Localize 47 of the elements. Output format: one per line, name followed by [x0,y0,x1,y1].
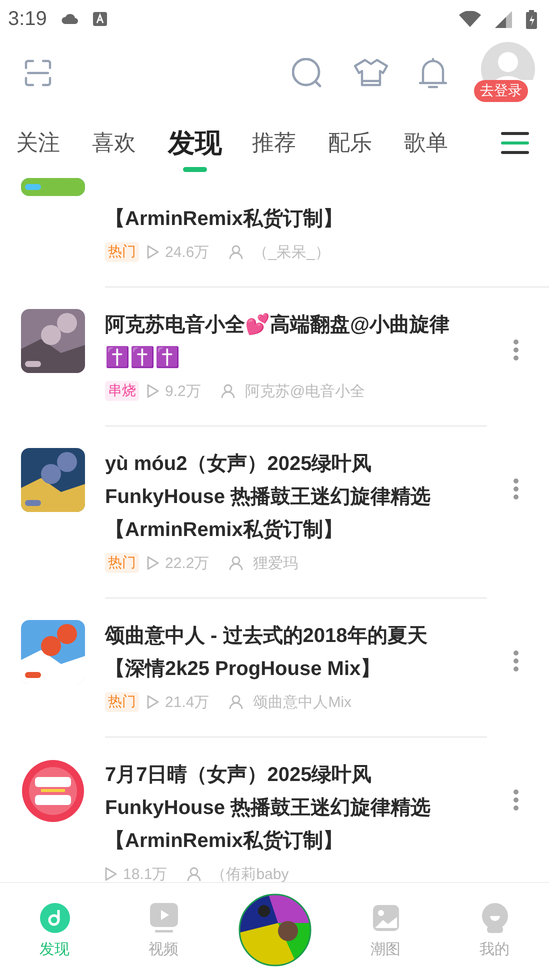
category-tab[interactable]: 推荐 [252,114,296,172]
bell-icon[interactable] [418,57,448,89]
status-time: 3:19 [8,8,47,30]
keyboard-icon [92,12,107,26]
user-icon [229,695,244,709]
play-count: 24.6万 [165,242,210,262]
user-icon [229,556,244,570]
track-title[interactable]: yù móu2（女声）2025绿叶风 FunkyHouse 热播鼓王迷幻旋律精选【ArminRemix私货订制】 [105,448,465,547]
search-icon[interactable] [292,58,324,88]
scan-icon[interactable] [24,59,52,87]
more-icon[interactable] [513,478,519,500]
play-count: 21.4万 [165,692,210,712]
track-tag: 串烧 [105,381,139,401]
play-icon [105,867,117,881]
track-title[interactable]: 阿克苏电音小全💕高端翻盘@小曲旋律✝✝✝ [105,309,465,375]
track-tag: 热门 [105,692,139,712]
wifi-icon [459,11,481,27]
category-tab[interactable]: 喜欢 [92,114,136,172]
signal-icon [495,10,512,28]
category-tab[interactable]: 发现 [168,114,222,172]
play-count: 22.2万 [165,554,210,572]
more-icon[interactable] [513,789,519,811]
track-tag: 热门 [105,242,139,262]
shirt-icon[interactable] [354,58,388,88]
play-count: 18.1万 [123,864,168,882]
category-tab[interactable]: 关注 [16,114,60,172]
cloud-icon [60,12,79,26]
track-title[interactable]: 7月7日晴（女声）2025绿叶风 FunkyHouse 热播鼓王迷幻旋律精选【ArminRemix私货订制】 [105,759,465,858]
music-note-icon [38,902,70,934]
track-tag: 热门 [105,553,139,573]
user-icon [220,384,235,398]
more-icon[interactable] [513,339,519,361]
category-tab[interactable]: 歌单 [404,114,448,172]
more-icon[interactable] [513,650,519,672]
play-icon [147,384,159,398]
play-icon [147,695,159,709]
track-title[interactable]: 颂曲意中人 - 过去式的2018年的夏天【深情2k25 ProgHouse Mix】 [105,620,465,686]
category-tab[interactable]: 配乐 [328,114,372,172]
track-title[interactable]: 【ArminRemix私货订制】 [105,203,465,236]
play-count: 9.2万 [165,382,201,400]
battery-icon [526,10,537,28]
play-icon [147,556,159,570]
user-icon [187,867,202,881]
user-icon [229,245,244,259]
play-icon [147,245,159,259]
menu-icon[interactable] [501,132,529,154]
video-icon [148,902,180,934]
